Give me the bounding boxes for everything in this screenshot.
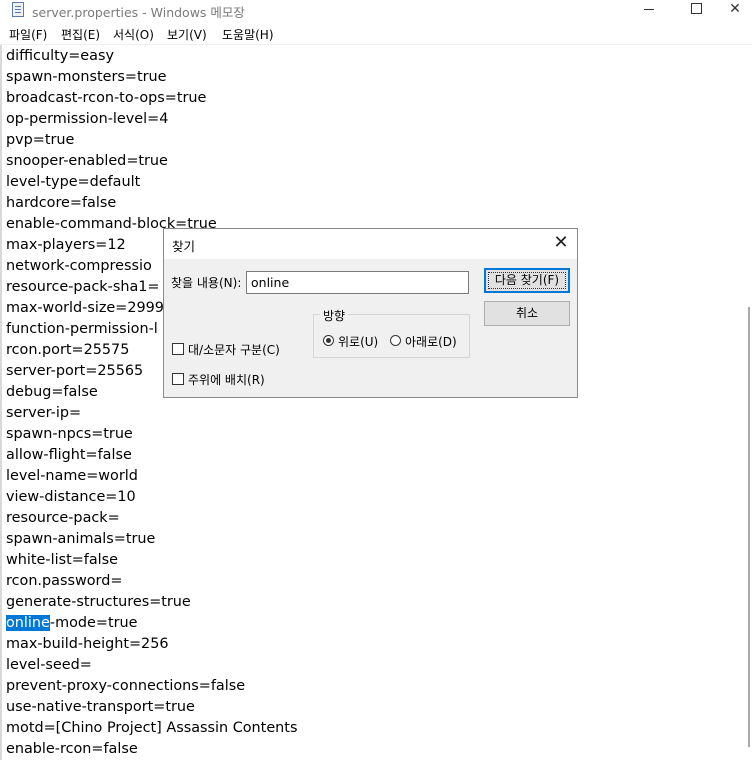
minimize-icon [644,9,654,10]
wrap-around-label[interactable]: 주위에 배치(R) [188,371,265,388]
text-line[interactable]: rcon.password= [6,571,122,592]
menu-help[interactable]: 도움말(H) [222,26,274,43]
maximize-icon [691,3,702,14]
text-line[interactable]: hardcore=false [6,193,116,214]
text-line[interactable]: online-mode=true [6,613,138,634]
selected-text[interactable]: online [6,615,50,631]
find-dialog-close-button[interactable]: ✕ [550,232,572,254]
match-case-label[interactable]: 대/소문자 구분(C) [188,341,280,358]
text-line[interactable]: max-players=12 [6,235,126,256]
match-case-checkbox[interactable] [172,343,184,355]
cancel-button[interactable]: 취소 [484,301,570,326]
find-what-input[interactable] [246,271,469,294]
vertical-scrollbar[interactable] [738,45,752,760]
find-dialog: 찾기 ✕ 찾을 내용(N): 다음 찾기(F) 취소 방향 위로(U) 아래로(… [163,228,578,398]
direction-up-label[interactable]: 위로(U) [338,333,378,350]
text-line[interactable]: server-ip= [6,403,81,424]
menu-file[interactable]: 파일(F) [9,26,47,43]
text-line[interactable]: enable-rcon=false [6,739,138,760]
text-line[interactable]: generate-structures=true [6,592,191,613]
wrap-around-checkbox[interactable] [172,373,184,385]
text-line[interactable]: op-permission-level=4 [6,109,168,130]
direction-down-label[interactable]: 아래로(D) [405,333,457,350]
text-line[interactable]: pvp=true [6,130,74,151]
text-line[interactable]: use-native-transport=true [6,697,195,718]
text-line[interactable]: snooper-enabled=true [6,151,168,172]
close-icon: ✕ [729,1,741,17]
text-line[interactable]: allow-flight=false [6,445,132,466]
direction-up-radio[interactable] [323,335,334,346]
menu-bar: 파일(F) 편집(E) 서식(O) 보기(V) 도움말(H) [0,24,752,44]
menu-view[interactable]: 보기(V) [167,26,207,43]
find-next-button[interactable]: 다음 찾기(F) [484,268,570,293]
find-dialog-title: 찾기 [172,239,196,254]
text-line[interactable]: prevent-proxy-connections=false [6,676,245,697]
text-line[interactable]: function-permission-l [6,319,158,340]
window-title: server.properties - Windows 메모장 [32,5,245,20]
text-line[interactable]: debug=false [6,382,98,403]
text-editor[interactable]: difficulty=easy spawn-monsters=true broadc… [0,45,752,760]
text-line[interactable]: network-compressio [6,256,152,277]
find-dialog-header: 찾기 ✕ [164,229,577,259]
text-line[interactable]: motd=[Chino Project] Assassin Contents [6,718,297,739]
text-line[interactable]: level-type=default [6,172,140,193]
text-line[interactable]: spawn-animals=true [6,529,155,550]
text-line[interactable]: max-build-height=256 [6,634,169,655]
editor-left-edge [0,45,2,760]
focus-ring [488,272,566,289]
text-line[interactable]: spawn-npcs=true [6,424,133,445]
find-what-label: 찾을 내용(N): [171,276,242,290]
title-bar: server.properties - Windows 메모장 ✕ [0,0,752,22]
menu-edit[interactable]: 편집(E) [61,26,100,43]
text-line[interactable]: resource-pack= [6,508,120,529]
line-rest-text: -mode=true [49,615,138,631]
direction-down-radio[interactable] [390,335,401,346]
text-line[interactable]: view-distance=10 [6,487,136,508]
maximize-button[interactable] [672,0,718,22]
minimize-button[interactable] [626,0,672,22]
text-line[interactable]: level-name=world [6,466,138,487]
text-line[interactable]: spawn-monsters=true [6,67,166,88]
text-line[interactable]: level-seed= [6,655,92,676]
close-window-button[interactable]: ✕ [718,0,752,22]
text-line[interactable]: difficulty=easy [6,46,114,67]
notepad-app-icon [12,2,24,17]
text-line[interactable]: max-world-size=2999 [6,298,164,319]
direction-label: 방향 [320,307,349,324]
menu-format[interactable]: 서식(O) [113,26,154,43]
text-line[interactable]: broadcast-rcon-to-ops=true [6,88,206,109]
text-line[interactable]: server-port=25565 [6,361,143,382]
text-line[interactable]: rcon.port=25575 [6,340,129,361]
text-line[interactable]: white-list=false [6,550,118,571]
text-line[interactable]: resource-pack-sha1= [6,277,159,298]
scrollbar-thumb[interactable] [748,307,750,747]
